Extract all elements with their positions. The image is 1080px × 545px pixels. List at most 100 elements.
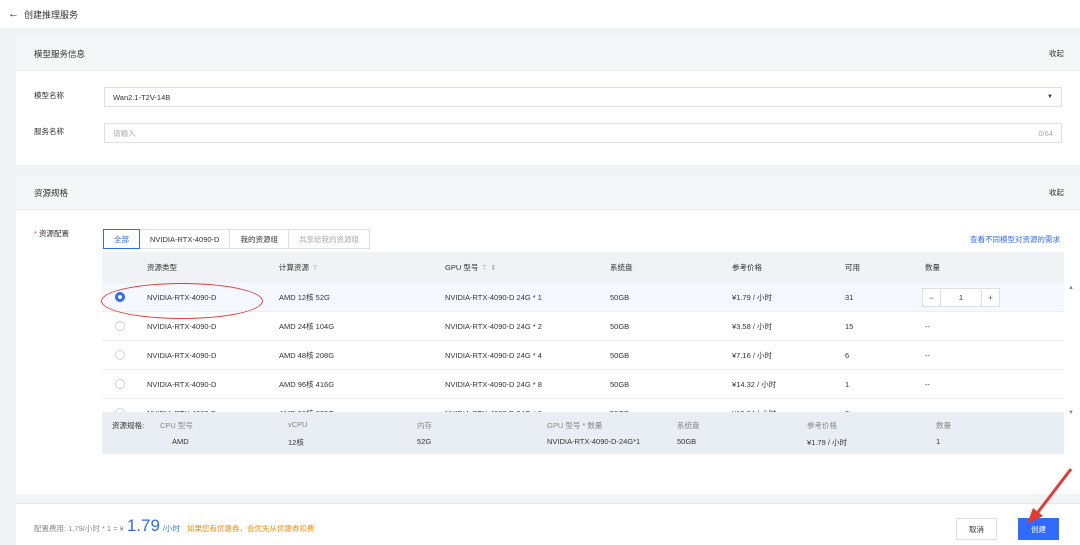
- scroll-up-icon[interactable]: ▲: [1068, 285, 1074, 291]
- quantity-stepper[interactable]: − 1 +: [922, 288, 1000, 307]
- summary-key: 参考价格: [807, 421, 837, 430]
- model-requirements-link[interactable]: 查看不同模型对资源的需求: [970, 234, 1060, 245]
- tab-my-groups[interactable]: 我的资源组: [229, 229, 289, 249]
- cell-disk: 50GB: [610, 321, 630, 331]
- summary-key: 系统盘: [677, 421, 700, 430]
- summary-key: 内存: [417, 421, 432, 430]
- service-name-placeholder: 请输入: [113, 128, 136, 138]
- resource-table: 资源类型 计算资源 ⊤ GPU 型号 ⊤ ⇕ 系统盘 参考价格 可用 数量 NVIDI…: [102, 252, 1074, 428]
- cell-compute: AMD 96核 416G: [279, 379, 335, 389]
- table-row[interactable]: NVIDIA-RTX-4090-D AMD 24核 104G NVIDIA-RT…: [102, 312, 1064, 341]
- service-name-input[interactable]: 请输入 0/64: [104, 123, 1062, 143]
- quantity-value[interactable]: 1: [941, 293, 981, 302]
- collapse-link[interactable]: 收起: [1049, 187, 1064, 198]
- model-info-header: 模型服务信息 收起: [16, 37, 1080, 71]
- summary-value: 12核: [288, 438, 304, 447]
- cell-qty: --: [925, 321, 930, 331]
- scroll-down-icon[interactable]: ▼: [1068, 410, 1074, 416]
- model-info-card: 模型服务信息 收起 模型名称 Wan2.1-T2V-14B ▼ 服务名称 请输入…: [16, 37, 1080, 165]
- cell-disk: 50GB: [610, 350, 630, 360]
- page-title: 创建推理服务: [24, 9, 79, 20]
- resource-card: 资源规格 收起 * 资源配置 全部 NVIDIA-RTX-4090-D 我的资源…: [16, 176, 1080, 494]
- cell-gpu: NVIDIA-RTX-4090-D 24G * 1: [445, 292, 542, 302]
- col-disk: 系统盘: [610, 263, 633, 272]
- summary-key: 数量: [936, 421, 951, 430]
- row-radio[interactable]: [115, 379, 125, 389]
- footer-bar: 配置费用: 1.79/小时 * 1 = ¥ 1.79 /小时 如果您有优惠券，会…: [16, 503, 1080, 545]
- cell-gpu: NVIDIA-RTX-4090-D 24G * 4: [445, 350, 542, 360]
- fee-unit: /小时: [162, 524, 181, 533]
- sort-icon[interactable]: ⇕: [490, 265, 496, 272]
- cancel-button[interactable]: 取消: [956, 518, 997, 540]
- cell-avail: 6: [845, 350, 850, 360]
- cell-compute: AMD 12核 52G: [279, 292, 330, 302]
- col-type: 资源类型: [147, 263, 177, 272]
- section-title: 模型服务信息: [34, 48, 86, 59]
- top-bar: ← 创建推理服务: [0, 0, 1080, 28]
- cell-avail: 31: [845, 292, 854, 302]
- summary-key: CPU 型号: [160, 421, 193, 430]
- table-header: 资源类型 计算资源 ⊤ GPU 型号 ⊤ ⇕ 系统盘 参考价格 可用 数量: [102, 252, 1064, 283]
- fee-formula: 配置费用: 1.79/小时 * 1 = ¥: [34, 524, 124, 533]
- cell-price: ¥7.16 / 小时: [732, 350, 773, 360]
- tab-rtx4090d[interactable]: NVIDIA-RTX-4090-D: [139, 229, 231, 249]
- filter-icon[interactable]: ⊤: [481, 265, 487, 272]
- filter-icon[interactable]: ⊤: [312, 265, 318, 272]
- table-row[interactable]: NVIDIA-RTX-4090-D AMD 48核 208G NVIDIA-RT…: [102, 341, 1064, 370]
- section-title: 资源规格: [34, 187, 69, 198]
- summary-value: 1: [936, 437, 941, 446]
- cell-gpu: NVIDIA-RTX-4090-D 24G * 8: [445, 379, 542, 389]
- tab-all[interactable]: 全部: [103, 229, 140, 249]
- annotation-arrow-icon: [1027, 468, 1073, 524]
- col-gpu: GPU 型号 ⊤ ⇕: [445, 263, 497, 272]
- cell-qty: --: [925, 379, 930, 389]
- resource-tabs: 全部 NVIDIA-RTX-4090-D 我的资源组 共享给我的资源组: [103, 229, 370, 249]
- summary-key: GPU 型号 * 数量: [547, 421, 603, 430]
- cell-avail: 15: [845, 321, 854, 331]
- cell-price: ¥3.58 / 小时: [732, 321, 773, 331]
- col-price: 参考价格: [732, 263, 762, 272]
- summary-key: vCPU: [288, 420, 308, 429]
- caret-down-icon: ▼: [1047, 94, 1053, 100]
- highlight-ellipse: [101, 283, 263, 319]
- table-row[interactable]: NVIDIA-RTX-4090-D AMD 96核 416G NVIDIA-RT…: [102, 370, 1064, 399]
- row-radio[interactable]: [115, 321, 125, 331]
- cell-compute: AMD 48核 208G: [279, 350, 335, 360]
- cell-avail: 1: [845, 379, 850, 389]
- minus-icon[interactable]: −: [923, 289, 941, 306]
- tab-shared-groups[interactable]: 共享给我的资源组: [287, 229, 370, 249]
- model-select[interactable]: Wan2.1-T2V-14B ▼: [104, 87, 1062, 107]
- cell-price: ¥14.32 / 小时: [732, 379, 777, 389]
- char-counter: 0/64: [1038, 128, 1053, 138]
- cell-disk: 50GB: [610, 379, 630, 389]
- cell-disk: 50GB: [610, 292, 630, 302]
- col-avail: 可用: [845, 263, 860, 272]
- cell-type: NVIDIA-RTX-4090-D: [147, 321, 217, 331]
- resource-header: 资源规格 收起: [16, 176, 1080, 210]
- col-compute: 计算资源 ⊤: [279, 263, 319, 272]
- col-qty: 数量: [925, 263, 940, 272]
- collapse-link[interactable]: 收起: [1049, 48, 1064, 59]
- summary-value: NVIDIA-RTX-4090-D-24G*1: [547, 437, 641, 446]
- arrow-left-icon[interactable]: ←: [8, 8, 19, 20]
- model-name-label: 模型名称: [34, 91, 64, 100]
- cell-type: NVIDIA-RTX-4090-D: [147, 379, 217, 389]
- plus-icon[interactable]: +: [981, 289, 999, 306]
- fee-amount: 1.79: [126, 516, 160, 535]
- spec-summary: 资源规格: CPU 型号 AMD vCPU 12核 内存 52G GPU 型号 …: [102, 412, 1064, 454]
- cell-compute: AMD 24核 104G: [279, 321, 335, 331]
- cell-type: NVIDIA-RTX-4090-D: [147, 350, 217, 360]
- coupon-note: 如果您有优惠券，会优先从优惠券扣费: [187, 524, 315, 533]
- resource-config-label: * 资源配置: [34, 229, 70, 238]
- cell-price: ¥1.79 / 小时: [732, 292, 773, 302]
- model-select-value: Wan2.1-T2V-14B: [113, 92, 171, 102]
- summary-value: ¥1.79 / 小时: [807, 438, 848, 447]
- row-radio[interactable]: [115, 350, 125, 360]
- fee-summary: 配置费用: 1.79/小时 * 1 = ¥ 1.79 /小时 如果您有优惠券，会…: [34, 516, 315, 536]
- summary-lead: 资源规格:: [112, 421, 145, 430]
- summary-value: 52G: [417, 437, 432, 446]
- summary-value: 50GB: [677, 437, 697, 446]
- cell-gpu: NVIDIA-RTX-4090-D 24G * 2: [445, 321, 542, 331]
- cell-qty: --: [925, 350, 930, 360]
- service-name-label: 服务名称: [34, 127, 64, 136]
